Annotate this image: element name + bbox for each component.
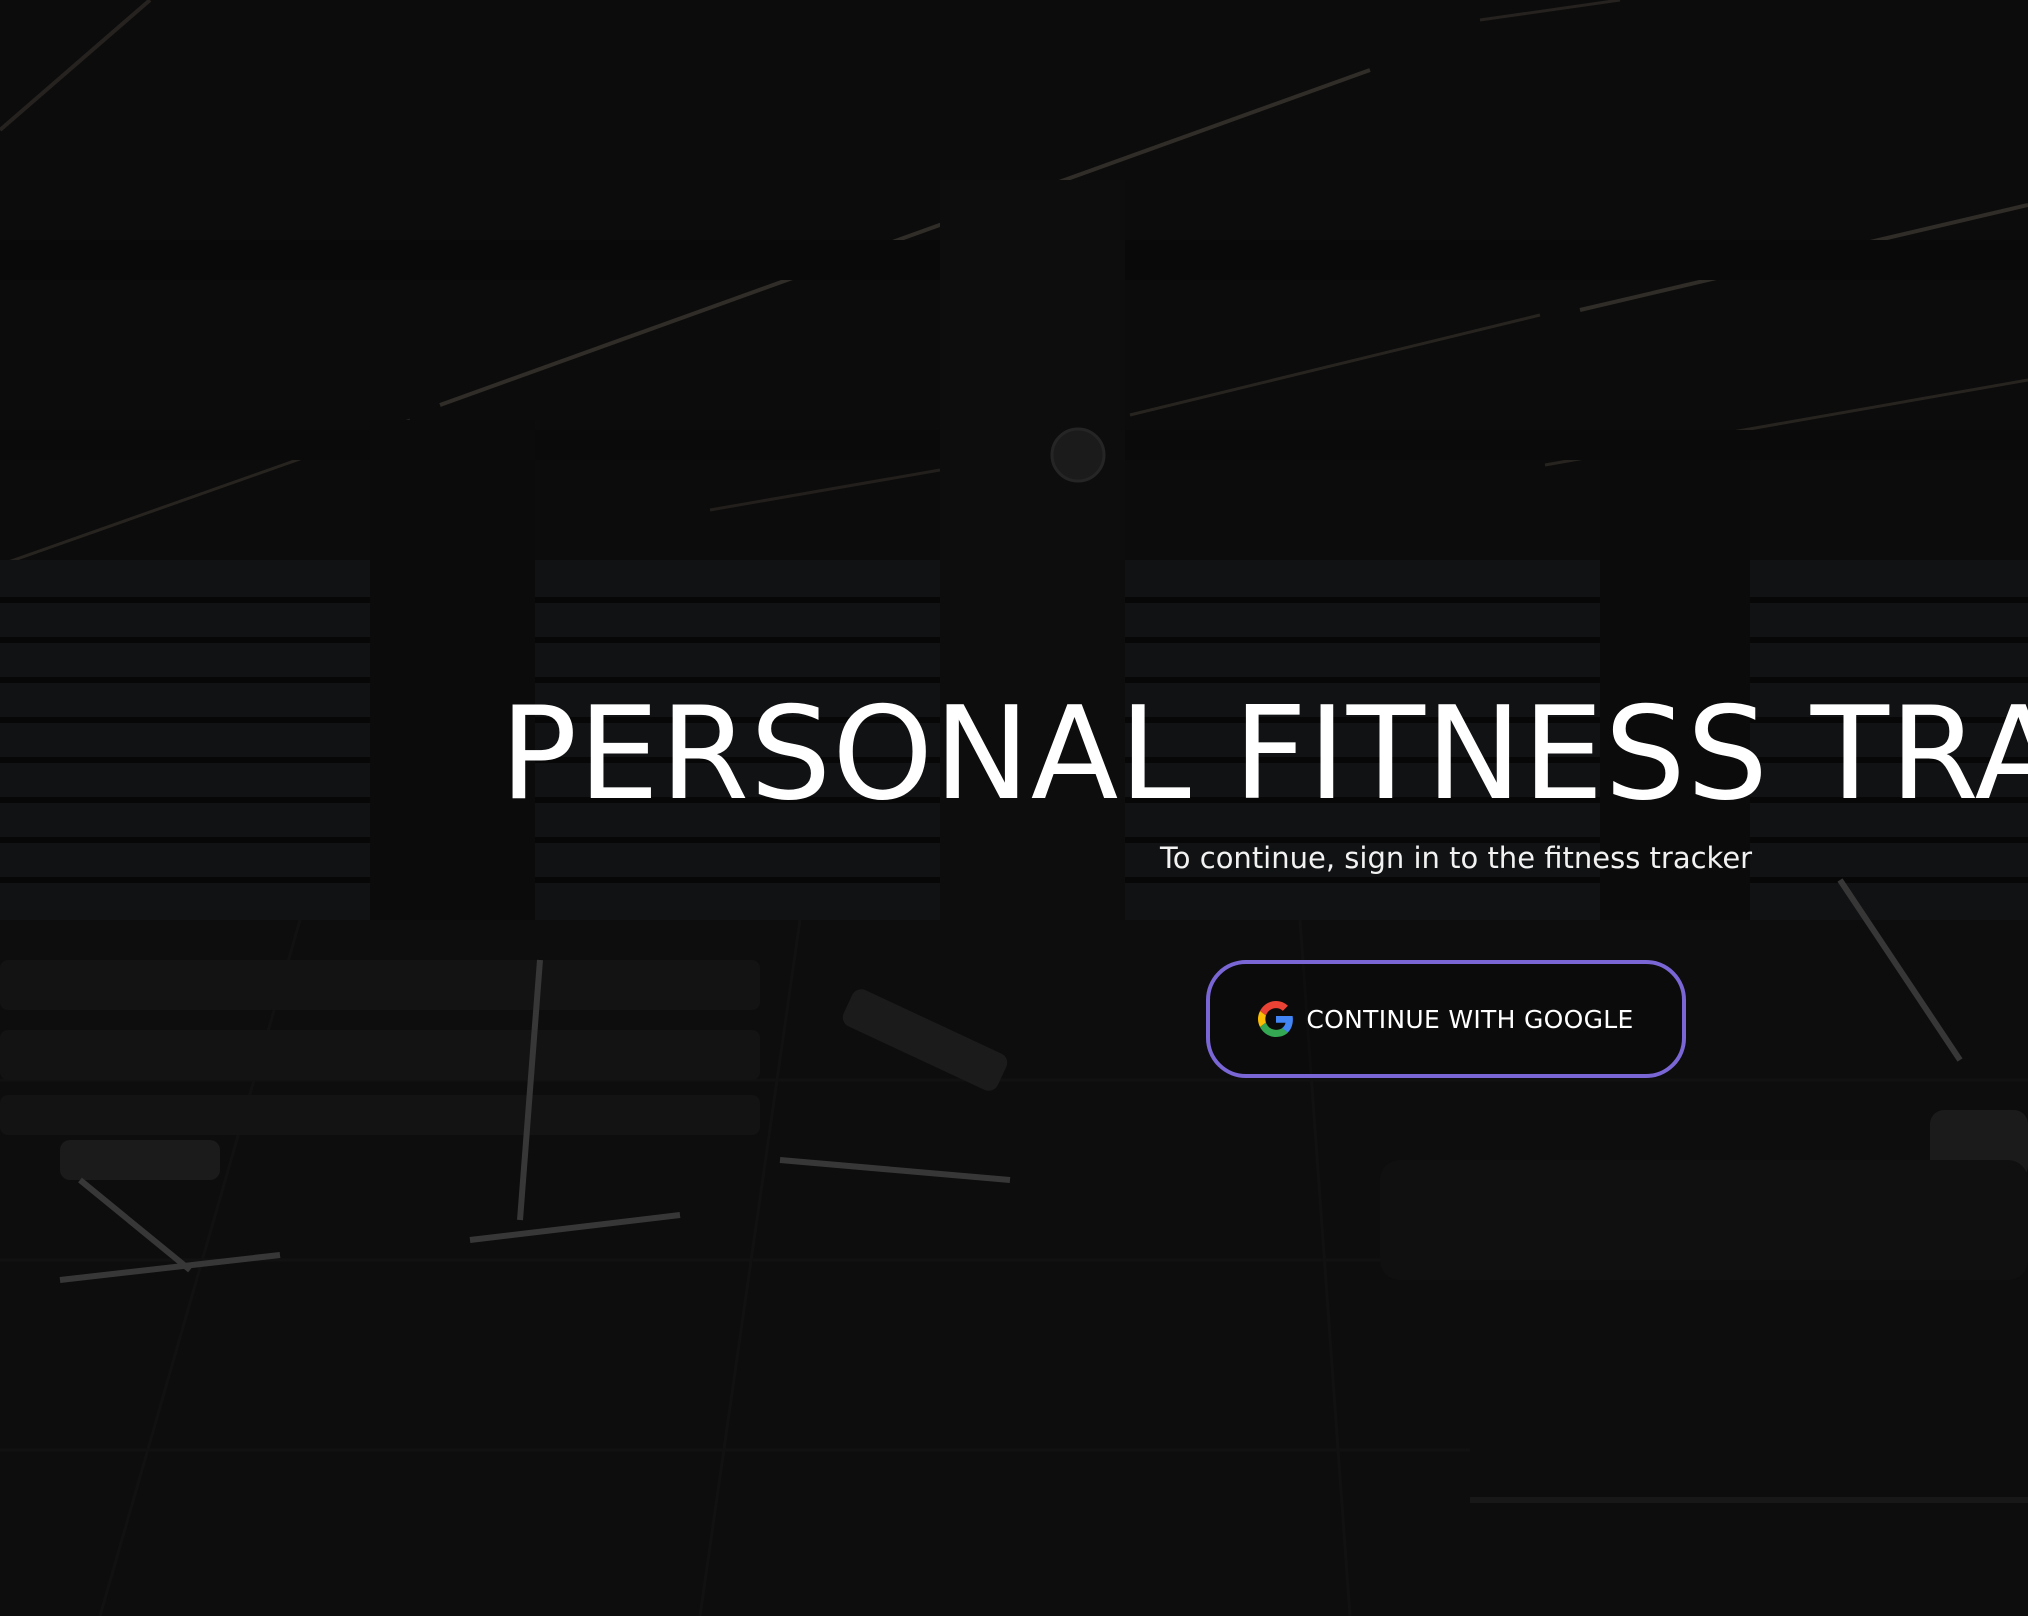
page-title: PERSONAL FITNESS TRA <box>500 680 2028 829</box>
google-button-label: CONTINUE WITH GOOGLE <box>1306 1004 1634 1034</box>
hero-section: PERSONAL FITNESS TRA To continue, sign i… <box>0 0 2028 1616</box>
google-g-icon <box>1258 1001 1294 1037</box>
login-page: PERSONAL FITNESS TRA To continue, sign i… <box>0 0 2028 1616</box>
sign-in-prompt: To continue, sign in to the fitness trac… <box>1160 841 1753 875</box>
continue-with-google-button[interactable]: CONTINUE WITH GOOGLE <box>1206 960 1686 1078</box>
